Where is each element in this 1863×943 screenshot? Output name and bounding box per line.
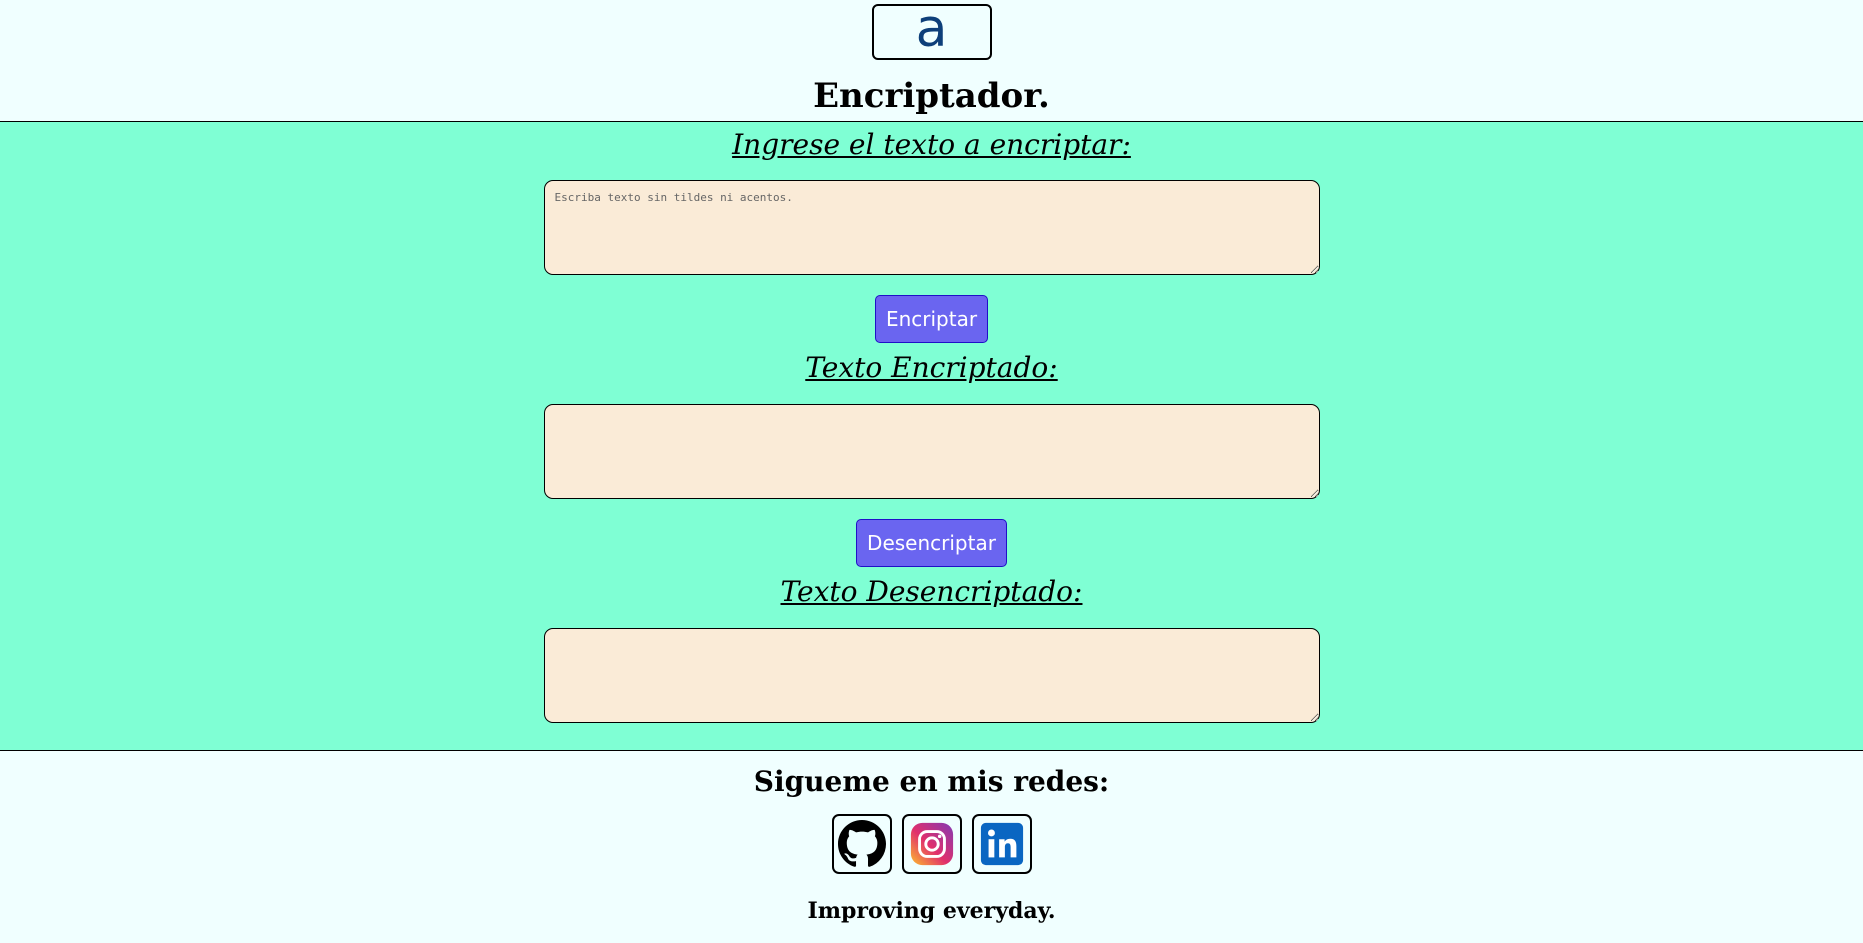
page-title: Encriptador. — [813, 76, 1050, 116]
encrypt-button[interactable]: Encriptar — [874, 295, 989, 343]
logo-box[interactable]: a — [871, 0, 992, 60]
footer: Sigueme en mis redes: Improving everyday… — [0, 751, 1863, 924]
github-link[interactable] — [831, 814, 892, 874]
decrypted-output-textarea[interactable] — [543, 628, 1320, 723]
encrypted-section-title: Texto Encriptado: — [805, 351, 1058, 384]
decrypt-button[interactable]: Desencriptar — [856, 519, 1007, 567]
linkedin-icon — [980, 822, 1023, 866]
linkedin-link[interactable] — [971, 814, 1032, 874]
tagline: Improving everyday. — [807, 898, 1056, 924]
input-section-title: Ingrese el texto a encriptar: — [732, 128, 1131, 161]
decrypted-section-title: Texto Desencriptado: — [780, 575, 1083, 608]
github-icon — [837, 820, 886, 867]
letter-a-logo-icon: a — [915, 0, 948, 59]
follow-title: Sigueme en mis redes: — [753, 765, 1110, 798]
instagram-icon — [910, 822, 953, 866]
encrypted-output-textarea[interactable] — [543, 404, 1320, 499]
main-section: Ingrese el texto a encriptar: Encriptar … — [0, 122, 1863, 751]
instagram-link[interactable] — [901, 814, 962, 874]
social-links — [831, 814, 1032, 874]
input-textarea[interactable] — [543, 180, 1320, 275]
header: a Encriptador. — [0, 0, 1863, 122]
